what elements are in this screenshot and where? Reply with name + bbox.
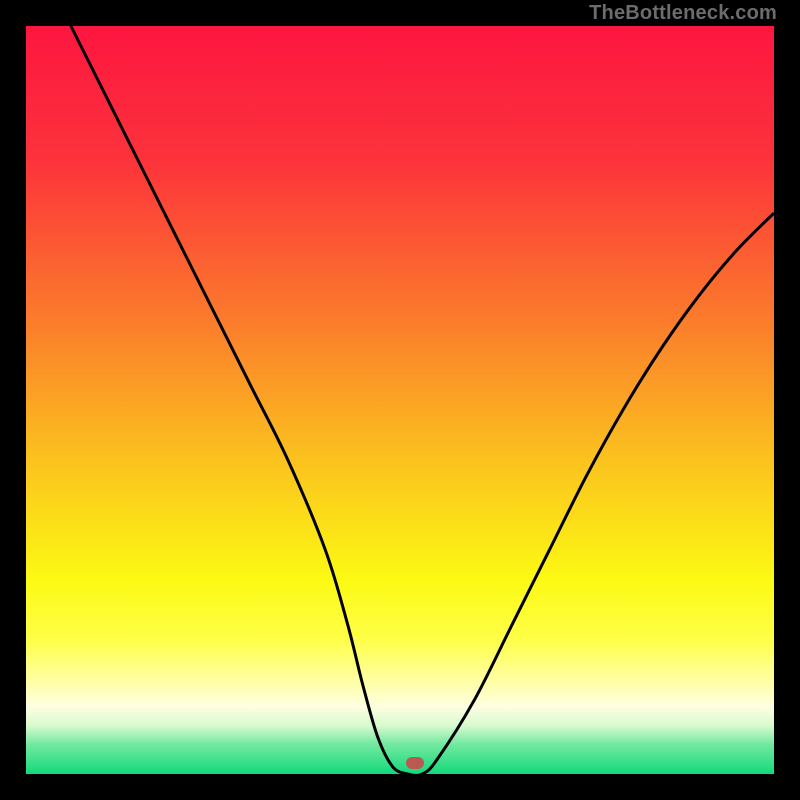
watermark-text: TheBottleneck.com bbox=[589, 2, 777, 25]
chart-stage: TheBottleneck.com bbox=[0, 0, 800, 800]
optimal-point-marker bbox=[406, 757, 424, 769]
background-gradient bbox=[26, 26, 774, 774]
plot-area bbox=[26, 26, 774, 774]
